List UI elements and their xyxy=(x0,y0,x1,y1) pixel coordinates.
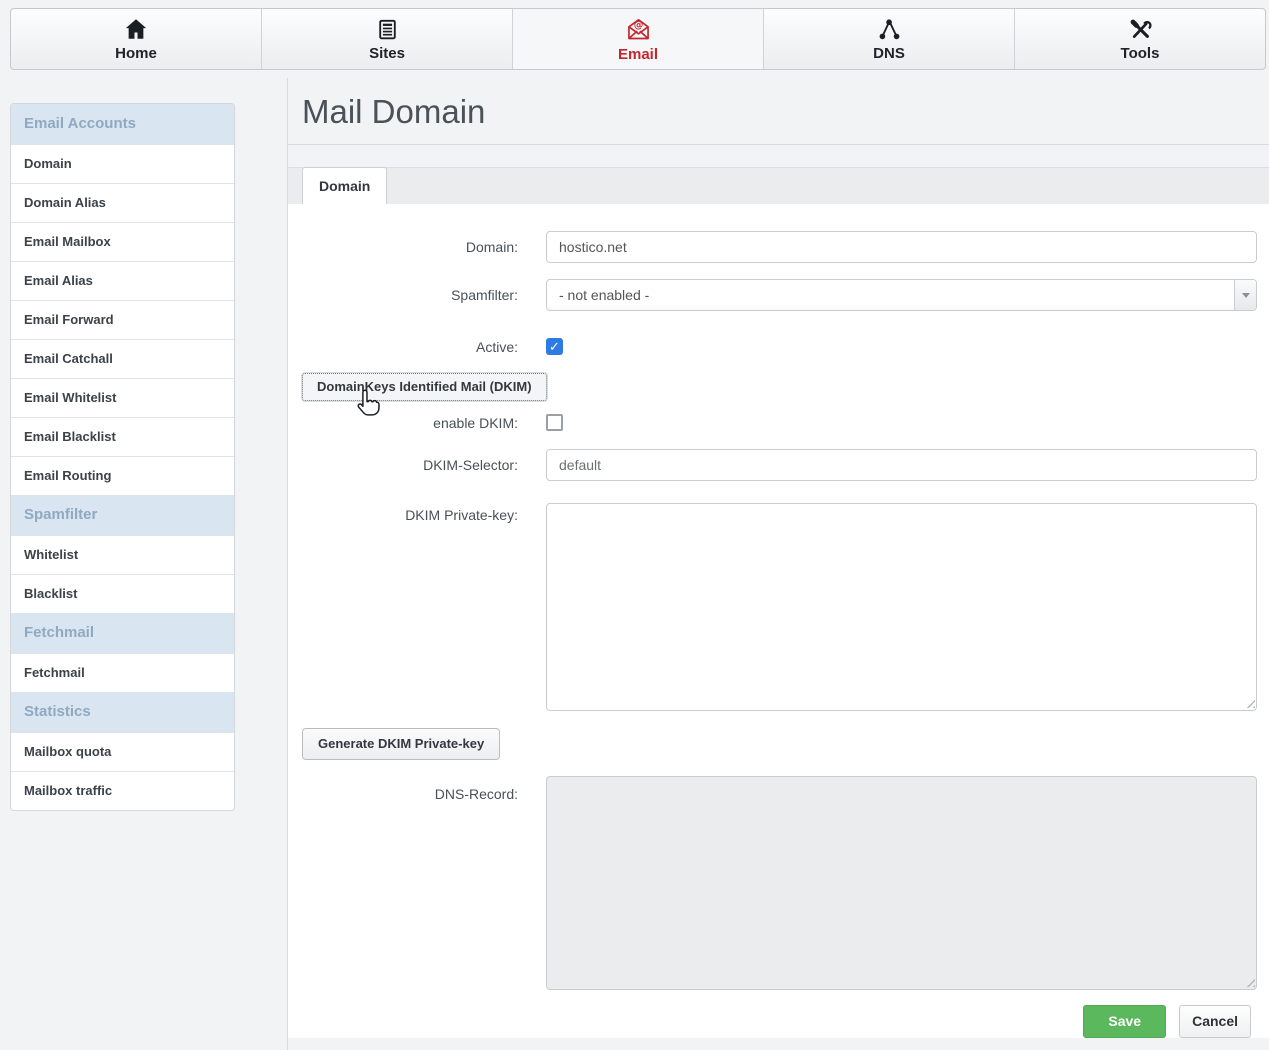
dkim-section-button[interactable]: DomainKeys Identified Mail (DKIM) xyxy=(302,373,547,401)
active-label: Active: xyxy=(288,337,546,356)
main-content: Mail Domain Domain Domain: Spamfilter: -… xyxy=(287,78,1269,1050)
form-tab-strip: Domain xyxy=(288,167,1269,204)
nav-tab-tools[interactable]: Tools xyxy=(1014,9,1265,69)
sidebar-item-email-routing[interactable]: Email Routing xyxy=(11,456,234,495)
select-dropdown-button[interactable] xyxy=(1234,280,1256,310)
nav-tab-dns[interactable]: DNS xyxy=(763,9,1014,69)
sidebar-item-domain-alias[interactable]: Domain Alias xyxy=(11,183,234,222)
dkim-selector-input[interactable] xyxy=(546,449,1257,481)
page-title: Mail Domain xyxy=(302,91,1269,133)
tools-icon xyxy=(1128,17,1153,42)
sidebar-item-mailbox-quota[interactable]: Mailbox quota xyxy=(11,732,234,771)
active-checkbox[interactable]: ✓ xyxy=(546,338,563,355)
nav-tab-home[interactable]: Home xyxy=(11,9,261,69)
save-button[interactable]: Save xyxy=(1083,1005,1166,1038)
form-actions: Save Cancel xyxy=(288,1005,1269,1038)
mail-domain-form: Domain: Spamfilter: - not enabled - Acti… xyxy=(288,204,1269,1038)
dns-icon xyxy=(877,17,902,42)
sidebar-item-fetchmail[interactable]: Fetchmail xyxy=(11,653,234,692)
sidebar-item-email-forward[interactable]: Email Forward xyxy=(11,300,234,339)
enable-dkim-checkbox[interactable] xyxy=(546,414,563,431)
enable-dkim-label: enable DKIM: xyxy=(288,413,546,432)
spamfilter-select[interactable]: - not enabled - xyxy=(546,279,1257,311)
nav-tab-email-label: Email xyxy=(618,46,658,63)
sidebar-item-email-mailbox[interactable]: Email Mailbox xyxy=(11,222,234,261)
sidebar-item-email-alias[interactable]: Email Alias xyxy=(11,261,234,300)
spamfilter-label: Spamfilter: xyxy=(288,279,546,311)
sites-icon xyxy=(375,17,400,42)
nav-tab-email[interactable]: @ Email xyxy=(512,9,763,69)
dkim-private-key-textarea[interactable] xyxy=(546,503,1257,711)
sidebar: Email Accounts Domain Domain Alias Email… xyxy=(10,103,235,811)
dkim-private-key-label: DKIM Private-key: xyxy=(288,503,546,711)
dns-record-textarea xyxy=(546,776,1257,990)
sidebar-item-email-blacklist[interactable]: Email Blacklist xyxy=(11,417,234,456)
spamfilter-selected-value: - not enabled - xyxy=(547,287,1234,303)
sidebar-item-blacklist[interactable]: Blacklist xyxy=(11,574,234,613)
sidebar-item-whitelist[interactable]: Whitelist xyxy=(11,535,234,574)
generate-dkim-key-button[interactable]: Generate DKIM Private-key xyxy=(302,728,500,760)
title-divider xyxy=(288,144,1269,145)
domain-label: Domain: xyxy=(288,231,546,263)
nav-tab-sites[interactable]: Sites xyxy=(261,9,512,69)
nav-tab-dns-label: DNS xyxy=(873,45,905,62)
chevron-down-icon xyxy=(1242,293,1250,298)
sidebar-section-statistics: Statistics xyxy=(11,692,234,732)
sidebar-item-domain[interactable]: Domain xyxy=(11,144,234,183)
sidebar-item-email-whitelist[interactable]: Email Whitelist xyxy=(11,378,234,417)
domain-input[interactable] xyxy=(546,231,1257,263)
svg-text:@: @ xyxy=(633,19,643,30)
nav-tab-tools-label: Tools xyxy=(1121,45,1160,62)
home-icon xyxy=(123,16,149,42)
email-icon: @ xyxy=(625,16,652,43)
dkim-selector-label: DKIM-Selector: xyxy=(288,449,546,481)
sidebar-section-spamfilter: Spamfilter xyxy=(11,495,234,535)
cancel-button[interactable]: Cancel xyxy=(1179,1005,1251,1038)
sidebar-item-email-catchall[interactable]: Email Catchall xyxy=(11,339,234,378)
nav-tab-home-label: Home xyxy=(115,45,157,62)
sidebar-section-fetchmail: Fetchmail xyxy=(11,613,234,653)
sidebar-section-email-accounts: Email Accounts xyxy=(11,104,234,144)
dns-record-label: DNS-Record: xyxy=(288,776,546,990)
nav-tab-sites-label: Sites xyxy=(369,45,405,62)
tab-domain[interactable]: Domain xyxy=(302,167,387,204)
top-navigation: Home Sites @ Email xyxy=(10,8,1266,70)
sidebar-item-mailbox-traffic[interactable]: Mailbox traffic xyxy=(11,771,234,810)
